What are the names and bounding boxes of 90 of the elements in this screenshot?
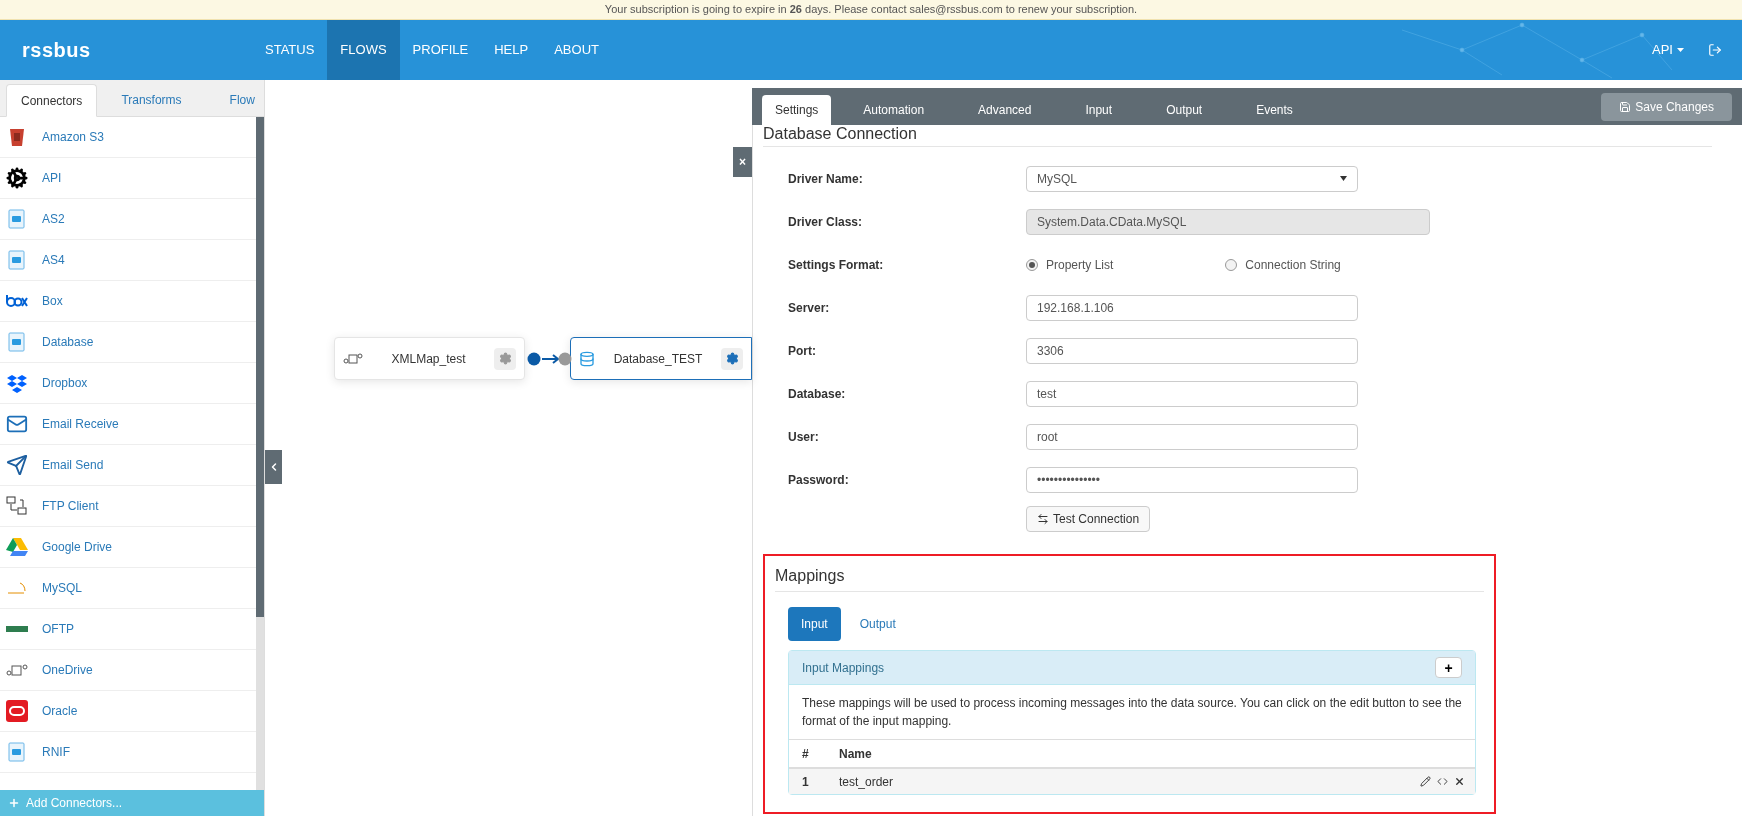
- caret-icon: [1677, 48, 1684, 52]
- field-label: Driver Class:: [788, 213, 864, 231]
- column-header: #: [801, 745, 810, 763]
- field-label: User:: [788, 428, 820, 446]
- test-connection-button[interactable]: Test Connection: [1026, 505, 1151, 532]
- field-label: Driver Name:: [788, 170, 864, 188]
- connector-item[interactable]: Database: [0, 322, 256, 363]
- paper-plane-icon: [6, 454, 28, 476]
- nav-link[interactable]: HELP: [481, 20, 542, 80]
- nav-link[interactable]: PROFILE: [399, 20, 482, 80]
- table-cell-text: test_order: [839, 773, 895, 791]
- connector-item[interactable]: Oracle: [0, 691, 256, 732]
- mapping-tab[interactable]: Output: [846, 607, 909, 641]
- field-label: Password:: [788, 471, 850, 489]
- panel-tab[interactable]: Output: [1144, 95, 1225, 125]
- table-cell-text: 1: [801, 773, 810, 791]
- collapse-button[interactable]: [265, 450, 282, 484]
- input-field[interactable]: test: [1026, 380, 1358, 407]
- document-icon: [6, 208, 28, 230]
- logout-icon[interactable]: [1708, 43, 1722, 57]
- diamonds-icon: [6, 372, 28, 394]
- connector-item[interactable]: Amazon S3: [0, 117, 256, 158]
- gear-icon[interactable]: [494, 347, 516, 370]
- connector-item[interactable]: AS2: [0, 199, 256, 240]
- envelope-icon: [6, 413, 28, 435]
- flow-node[interactable]: XMLMap_test: [334, 337, 525, 380]
- edit-icon[interactable]: [1420, 776, 1431, 787]
- connector-arrow: [527, 352, 572, 366]
- folders-icon: [6, 495, 28, 517]
- sidebar-tab[interactable]: Flow: [205, 83, 279, 116]
- plug-icon: [343, 351, 363, 366]
- field-label: Port:: [788, 342, 817, 360]
- sidebar-tab[interactable]: Connectors: [6, 84, 98, 117]
- connector-item[interactable]: Google Drive: [0, 527, 256, 568]
- description-text: These mappings will be used to process incoming messages into the data source. You can click on the edit button to see the format of the input mapping.: [801, 695, 1463, 730]
- triangle-icon: [6, 536, 28, 558]
- user-menu[interactable]: API: [1652, 40, 1684, 60]
- mapping-tab[interactable]: Input: [788, 607, 841, 641]
- connector-item[interactable]: OFTP: [0, 609, 256, 650]
- panel-title: Input Mappings: [802, 659, 885, 677]
- nav-link[interactable]: FLOWS: [327, 20, 400, 80]
- code-icon[interactable]: [1437, 776, 1448, 787]
- input-field[interactable]: 3306: [1026, 337, 1358, 364]
- flow-node[interactable]: Database_TEST: [570, 337, 752, 380]
- field-label: Settings Format:: [788, 256, 885, 274]
- database-icon: [579, 350, 595, 367]
- gear-icon[interactable]: [721, 347, 743, 370]
- caret-icon: [1340, 176, 1347, 181]
- connector-item[interactable]: Email Send: [0, 445, 256, 486]
- plus-icon: [8, 797, 20, 809]
- banner-text: Your subscription is going to expire in 26 days. Please contact sales@rssbus.com to renew your subscription.: [604, 2, 1138, 18]
- section-title: Database Connection: [763, 125, 1712, 147]
- document-icon: [6, 249, 28, 271]
- box-logo-icon: [6, 295, 28, 307]
- scrollbar-thumb[interactable]: [256, 117, 264, 617]
- panel-tab[interactable]: Events: [1234, 95, 1315, 125]
- sidebar-tab[interactable]: Transforms: [97, 83, 206, 116]
- nav-link[interactable]: STATUS: [252, 20, 328, 80]
- panel-tab[interactable]: Settings: [762, 95, 832, 125]
- input-field[interactable]: 192.168.1.106: [1026, 294, 1358, 321]
- password-field[interactable]: •••••••••••••••: [1026, 466, 1358, 493]
- save-icon: [1619, 101, 1632, 113]
- readonly-field: System.Data.CData.MySQL: [1026, 208, 1430, 235]
- connector-item[interactable]: Dropbox: [0, 363, 256, 404]
- input-field[interactable]: root: [1026, 423, 1358, 450]
- document-icon: [6, 331, 28, 353]
- field-label: Database:: [788, 385, 847, 403]
- connector-item[interactable]: Box: [0, 281, 256, 322]
- connector-item[interactable]: API: [0, 158, 256, 199]
- radio-option[interactable]: Property List: [1026, 255, 1114, 274]
- section-title: Mappings: [775, 564, 1484, 592]
- radio-option[interactable]: Connection String: [1225, 255, 1341, 274]
- document-icon: [6, 741, 28, 763]
- arrows-icon: [1037, 512, 1049, 525]
- panel-tab[interactable]: Input: [1063, 95, 1135, 125]
- connector-item[interactable]: AS4: [0, 240, 256, 281]
- connector-item[interactable]: FTP Client: [0, 486, 256, 527]
- delete-icon[interactable]: [1454, 776, 1465, 787]
- field-label: Server:: [788, 299, 831, 317]
- save-button[interactable]: Save Changes: [1601, 93, 1732, 121]
- panel-tab[interactable]: Automation: [841, 95, 947, 125]
- close-button[interactable]: ×: [733, 147, 752, 177]
- add-mapping-button[interactable]: +: [1435, 657, 1462, 678]
- driver-select[interactable]: MySQL: [1026, 165, 1358, 192]
- panel-tab[interactable]: Advanced: [956, 95, 1054, 125]
- connector-item[interactable]: Email Receive: [0, 404, 256, 445]
- logo[interactable]: rssbus: [22, 35, 252, 65]
- connector-item[interactable]: RNIF: [0, 732, 256, 773]
- nav-link[interactable]: ABOUT: [541, 20, 612, 80]
- column-header: Name: [839, 745, 872, 763]
